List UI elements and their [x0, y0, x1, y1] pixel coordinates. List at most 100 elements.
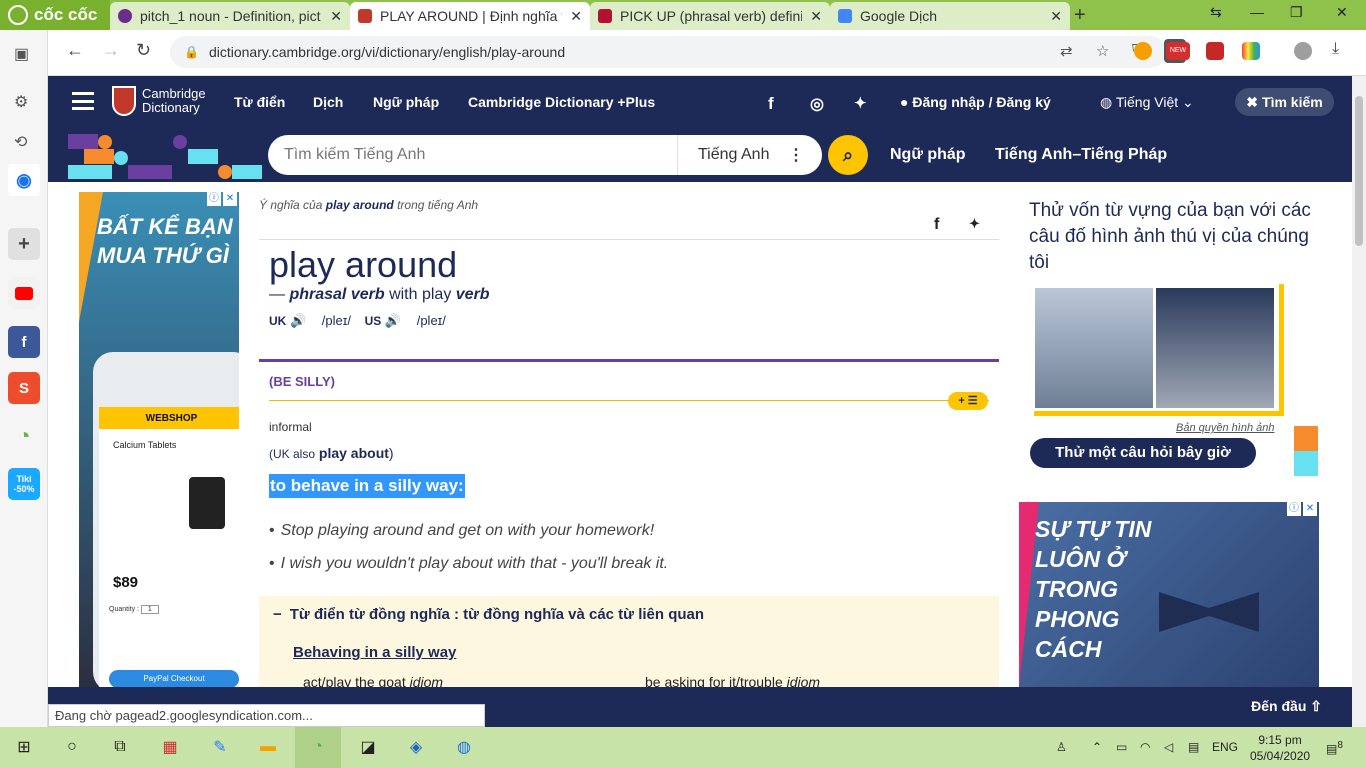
facebook-icon[interactable]: f: [8, 326, 40, 358]
sticky-notes-icon[interactable]: ◪: [356, 735, 380, 759]
us-audio-icon[interactable]: 🔊: [385, 313, 401, 328]
minimize-icon[interactable]: —: [1250, 4, 1264, 20]
share-twitter-icon[interactable]: ✦: [969, 216, 980, 232]
close-tab-icon[interactable]: ✕: [330, 8, 342, 25]
instagram-icon[interactable]: ◎: [810, 94, 824, 114]
english-french-link[interactable]: Tiếng Anh–Tiếng Pháp: [995, 146, 1167, 164]
zalo-icon[interactable]: ◍: [452, 735, 476, 759]
coccoc-app-icon[interactable]: ◔: [8, 420, 40, 452]
tray-chevron-icon[interactable]: ⌃: [1092, 740, 1102, 754]
maximize-icon[interactable]: ❐: [1290, 4, 1303, 21]
related-item[interactable]: act/play the goat idiom: [303, 674, 443, 687]
search-language[interactable]: Tiếng Anh: [678, 146, 788, 164]
translate-icon[interactable]: ⇄: [1060, 42, 1073, 60]
uk-audio-icon[interactable]: 🔊: [290, 313, 306, 328]
system-clock[interactable]: 9:15 pm 05/04/2020: [1250, 732, 1310, 764]
pos-label[interactable]: phrasal verb: [289, 286, 384, 303]
new-tab-icon[interactable]: +: [1074, 4, 1086, 27]
forward-icon[interactable]: →: [102, 40, 120, 61]
back-to-top-link[interactable]: Đến đầu ⇧: [1251, 698, 1322, 715]
close-tab-icon[interactable]: ✕: [810, 8, 822, 25]
address-bar[interactable]: 🔒 dictionary.cambridge.org/vi/dictionary…: [170, 36, 1186, 68]
close-tab-icon[interactable]: ✕: [1050, 8, 1062, 25]
twitter-icon[interactable]: ✦: [854, 94, 867, 112]
downloads-icon[interactable]: ⤓: [1332, 40, 1339, 58]
menu-icon[interactable]: [72, 92, 94, 110]
search-circle-icon[interactable]: ○: [60, 735, 84, 759]
page-scrollbar[interactable]: [1352, 76, 1366, 727]
login-link[interactable]: ● Đăng nhập / Đăng ký: [900, 94, 1051, 110]
back-icon[interactable]: ←: [66, 40, 84, 61]
ad-close-icon[interactable]: ✕: [1303, 502, 1317, 516]
related-item[interactable]: be asking for it/trouble idiom: [645, 674, 820, 687]
file-explorer-icon[interactable]: ▬: [256, 735, 280, 759]
right-ad[interactable]: SỰ TỰ TIN LUÔN Ở TRONG PHONG CÁCH ⓘ ✕: [1019, 502, 1319, 687]
nav-plus[interactable]: Cambridge Dictionary +Plus: [468, 94, 655, 110]
input-language[interactable]: ENG: [1212, 740, 1238, 754]
tab-google-translate[interactable]: Google Dịch ✕: [830, 2, 1070, 30]
pos-verb[interactable]: verb: [456, 286, 490, 303]
close-tab-icon[interactable]: ✕: [570, 8, 582, 25]
search-button[interactable]: ⌕: [828, 135, 868, 175]
nav-dictionary[interactable]: Từ điển: [234, 94, 285, 110]
collapse-icon[interactable]: −: [273, 606, 282, 623]
facebook-icon[interactable]: f: [768, 94, 774, 114]
scrollbar-thumb[interactable]: [1355, 96, 1363, 246]
history-icon[interactable]: ⟲: [14, 132, 27, 152]
ad-info-icon[interactable]: ⓘ: [207, 192, 221, 206]
quiz-image-skyscraper[interactable]: [1035, 288, 1153, 408]
notification-center[interactable]: ▤8: [1326, 740, 1343, 756]
extension-red-icon[interactable]: [1206, 42, 1224, 60]
sidebar-toggle-icon[interactable]: ▣: [14, 44, 29, 64]
nav-grammar[interactable]: Ngữ pháp: [373, 94, 439, 110]
search-input[interactable]: Tìm kiếm Tiếng Anh Tiếng Anh ⋮: [268, 135, 822, 175]
coccoc-taskbar-icon[interactable]: ◔: [306, 735, 330, 759]
reload-icon[interactable]: ↻: [136, 40, 151, 61]
cambridge-logo[interactable]: Cambridge Dictionary: [112, 86, 206, 116]
try-quiz-button[interactable]: Thử một câu hỏi bây giờ: [1030, 438, 1256, 468]
task-view-icon[interactable]: ⧉: [108, 735, 132, 759]
close-window-icon[interactable]: ✕: [1336, 4, 1348, 21]
battery-icon[interactable]: ▭: [1116, 740, 1127, 754]
nav-translate[interactable]: Dịch: [313, 94, 343, 110]
add-to-wordlist-button[interactable]: + ☰: [948, 392, 988, 410]
tab-play-around[interactable]: PLAY AROUND | Định nghĩa tr ✕: [350, 2, 590, 30]
youtube-icon[interactable]: [8, 277, 40, 309]
tiki-icon[interactable]: Tiki -50%: [8, 468, 40, 500]
left-ad[interactable]: BẤT KỂ BẠN MUA THỨ GÌ WEBSHOP Calcium Ta…: [79, 192, 239, 687]
share-facebook-icon[interactable]: f: [934, 216, 939, 234]
language-select[interactable]: ◍ Tiếng Việt ⌄: [1100, 94, 1194, 111]
image-credit-link[interactable]: Bản quyền hình ảnh: [1176, 422, 1274, 434]
thesaurus-title[interactable]: − Từ điển từ đồng nghĩa : từ đồng nghĩa v…: [273, 606, 704, 623]
ad-close-icon[interactable]: ✕: [223, 192, 237, 206]
quiz-image-windmill[interactable]: [1156, 288, 1274, 408]
uk-also-word[interactable]: play about: [319, 445, 389, 461]
bookmark-star-icon[interactable]: ☆: [1096, 42, 1109, 60]
keyboard-icon[interactable]: ▤: [1188, 740, 1199, 754]
app-office-icon[interactable]: ▦: [158, 735, 182, 759]
tab-pitch[interactable]: pitch_1 noun - Definition, pict ✕: [110, 2, 350, 30]
app-game-icon[interactable]: ◈: [404, 735, 428, 759]
people-icon[interactable]: ♙: [1056, 740, 1067, 754]
grammar-link[interactable]: Ngữ pháp: [890, 146, 966, 164]
add-app-icon[interactable]: +: [8, 228, 40, 260]
wifi-icon[interactable]: ◠: [1140, 740, 1150, 754]
coccoc-menu-button[interactable]: cốc cốc: [0, 0, 110, 30]
extension-chrome-icon[interactable]: [1134, 42, 1152, 60]
extension-grid-icon[interactable]: [1242, 42, 1260, 60]
ad-info-icon[interactable]: ⓘ: [1287, 502, 1301, 516]
tab-pick-up[interactable]: PICK UP (phrasal verb) definiti ✕: [590, 2, 830, 30]
windows-start-icon[interactable]: ⊞: [12, 735, 36, 759]
messenger-icon[interactable]: ◉: [8, 164, 40, 196]
search-placeholder[interactable]: Tìm kiếm Tiếng Anh: [268, 135, 678, 175]
app-paint-icon[interactable]: ✎: [208, 735, 232, 759]
more-options-icon[interactable]: ⋮: [788, 145, 822, 165]
thesaurus-subheading[interactable]: Behaving in a silly way: [293, 644, 456, 661]
tab-search-icon[interactable]: ⇆: [1210, 4, 1222, 21]
shopee-icon[interactable]: S: [8, 372, 40, 404]
profile-avatar[interactable]: [1294, 42, 1312, 60]
extension-new-icon[interactable]: NEW: [1166, 42, 1190, 60]
volume-icon[interactable]: ◁: [1164, 740, 1173, 754]
settings-icon[interactable]: ⚙: [14, 92, 28, 112]
search-toggle-button[interactable]: ✖ Tìm kiếm: [1235, 88, 1334, 116]
